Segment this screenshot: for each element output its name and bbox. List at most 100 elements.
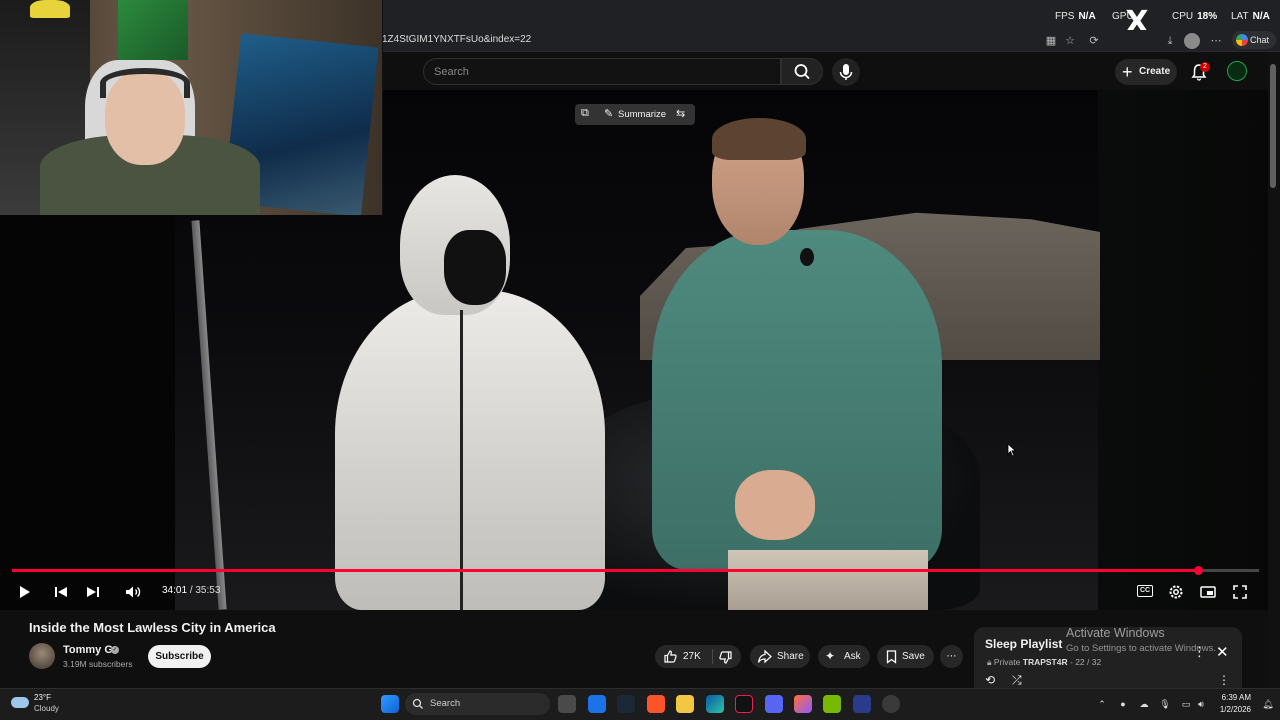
steam-icon[interactable] [617, 695, 635, 713]
mouse-cursor-icon [1007, 443, 1017, 457]
search-input[interactable] [424, 59, 780, 84]
share-button[interactable]: Share [750, 645, 810, 668]
volume-icon [126, 586, 141, 598]
brave-icon[interactable] [647, 695, 665, 713]
nvidia-icon[interactable] [823, 695, 841, 713]
weather-temperature[interactable]: 23°F [34, 693, 51, 702]
microphone-icon [839, 64, 853, 80]
file-explorer-icon[interactable] [676, 695, 694, 713]
save-button[interactable]: Save [877, 645, 934, 668]
subscribe-button[interactable]: Subscribe [148, 645, 211, 668]
fullscreen-button[interactable] [1231, 583, 1249, 601]
profile-avatar-icon[interactable] [1184, 33, 1200, 49]
miniplayer-icon [1200, 586, 1216, 598]
windows-start-icon[interactable] [381, 695, 399, 713]
person-right-hands [735, 470, 815, 540]
playlist-title[interactable]: Sleep Playlist [985, 637, 1062, 651]
fps-stat: FPS N/A [1055, 11, 1096, 22]
thumbs-up-icon[interactable] [663, 649, 678, 664]
activate-windows-hint: Go to Settings to activate Windows. [1066, 643, 1216, 654]
close-playlist-button[interactable]: ✕ [1216, 643, 1229, 661]
summarize-toolbar[interactable]: ⧉ ✎ Summarize ⇆ [575, 104, 695, 125]
tray-mic-icon[interactable]: 🎙︎ [1159, 698, 1171, 710]
gear-icon [1169, 585, 1183, 599]
copilot-icon [1236, 34, 1248, 46]
like-count[interactable]: 27K [683, 645, 701, 668]
previous-icon [55, 587, 67, 597]
share-label: Share [777, 651, 804, 662]
bookmark-icon [886, 650, 897, 664]
activate-windows-watermark: Activate Windows [1066, 626, 1165, 640]
next-button[interactable] [84, 583, 102, 601]
url-text[interactable]: 1Z4StGIM1YNXTFsUo&index=22 [382, 34, 531, 45]
tray-volume-icon[interactable]: 🔊︎ [1195, 698, 1207, 710]
person-right-mic [800, 248, 814, 266]
plus-icon: + [1122, 62, 1133, 82]
miniplayer-button[interactable] [1199, 583, 1217, 601]
voice-search-button[interactable] [832, 58, 860, 86]
summarize-button[interactable]: Summarize [618, 109, 666, 120]
webcam-poster-small [118, 0, 188, 60]
subscriber-count: 3.19M subscribers [63, 659, 133, 669]
play-icon [20, 586, 30, 598]
tray-chevron-icon[interactable]: ⌃ [1096, 698, 1108, 710]
summarize-icon: ✎ [604, 108, 614, 120]
play-button[interactable] [15, 583, 33, 601]
tray-steam-icon[interactable]: ● [1117, 698, 1129, 710]
streamer-webcam [0, 0, 383, 215]
weather-cloud-icon[interactable] [11, 697, 29, 708]
app-icon[interactable] [853, 695, 871, 713]
settings-button[interactable] [1167, 583, 1185, 601]
loop-icon[interactable]: ⟲ [985, 673, 995, 687]
search-box[interactable] [423, 58, 781, 85]
playlist-meta: 🔒︎ Private TRAPST4R - 22 / 32 [987, 657, 1102, 667]
playlist-more-icon[interactable]: ⋮ [1218, 673, 1230, 687]
notification-bell-icon[interactable]: 🔔︎ [1262, 698, 1274, 710]
webcam-hat [30, 0, 70, 18]
thumbs-down-icon[interactable] [718, 650, 733, 665]
taskbar-search[interactable]: Search [405, 693, 550, 715]
scrollbar-thumb[interactable] [1270, 64, 1276, 188]
subtitles-button[interactable]: CC [1137, 585, 1153, 597]
progress-scrubber[interactable] [1194, 566, 1203, 575]
extensions-icon[interactable]: ⟳ [1086, 33, 1102, 49]
more-horizontal-icon: ⋯ [946, 651, 957, 662]
notification-count-badge: 2 [1200, 62, 1210, 72]
taskbar-clock[interactable]: 6:39 AM [1215, 693, 1251, 702]
shuffle-icon[interactable]: ⤮ [1012, 673, 1022, 688]
account-avatar[interactable] [1227, 61, 1247, 81]
search-button[interactable] [781, 58, 823, 85]
previous-button[interactable] [52, 583, 70, 601]
video-title: Inside the Most Lawless City in America [29, 620, 276, 635]
tiktok-icon[interactable] [735, 695, 753, 713]
obs-icon[interactable] [882, 695, 900, 713]
more-options-icon[interactable]: ⋯ [1208, 33, 1224, 49]
picture-in-picture-icon[interactable]: ⧉ [581, 107, 589, 120]
more-actions-button[interactable]: ⋯ [940, 645, 963, 668]
like-divider [712, 649, 713, 664]
notepad-icon[interactable] [588, 695, 606, 713]
reader-icon[interactable]: ▦ [1043, 33, 1059, 49]
edge-icon[interactable] [706, 695, 724, 713]
downloads-icon[interactable]: ⤓ [1162, 33, 1178, 49]
channel-name[interactable]: Tommy G [63, 644, 113, 656]
tray-network-icon[interactable]: ▭ [1180, 698, 1192, 710]
favorite-star-icon[interactable]: ☆ [1062, 33, 1078, 49]
taskbar-date[interactable]: 1/2/2026 [1211, 705, 1251, 714]
discord-icon[interactable] [765, 695, 783, 713]
progress-fill [12, 569, 1198, 572]
channel-avatar[interactable] [29, 643, 55, 669]
firefox-icon[interactable] [794, 695, 812, 713]
task-view-icon[interactable] [558, 695, 576, 713]
volume-button[interactable] [124, 583, 142, 601]
person-left-body [335, 290, 605, 610]
cpu-stat: CPU 18% [1172, 11, 1218, 22]
fullscreen-icon [1233, 585, 1247, 599]
sparkle-icon: ✦ [825, 649, 836, 663]
translate-icon[interactable]: ⇆ [676, 107, 685, 120]
taskbar-search-icon [412, 698, 423, 709]
tray-onedrive-icon[interactable]: ☁ [1138, 698, 1150, 710]
person-right-pants [728, 550, 928, 610]
weather-description[interactable]: Cloudy [34, 704, 59, 713]
ask-button[interactable]: ✦ Ask [818, 645, 870, 668]
